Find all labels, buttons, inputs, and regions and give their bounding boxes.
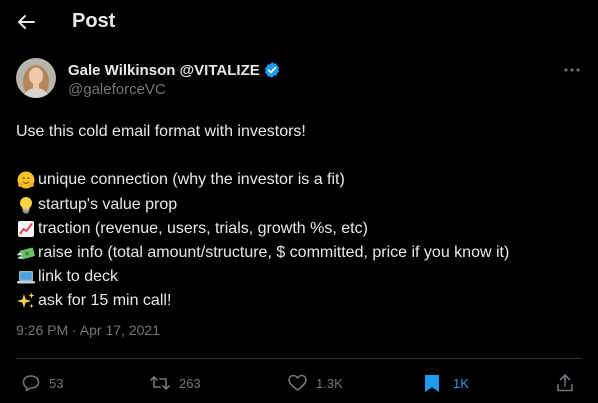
verified-badge-icon [263,61,281,79]
list-item: unique connection (why the investor is a… [16,168,586,192]
action-bar: 53 263 1.3K 1K [0,368,598,398]
bookmark-filled-icon [425,375,439,392]
author-handle[interactable]: @galeforceVC [68,81,166,98]
list-item-text: ask for 15 min call! [38,292,172,310]
bookmark-button[interactable]: 1K [424,370,469,396]
repost-count: 263 [179,375,201,391]
list-item: ask for 15 min call! [16,289,586,313]
heart-icon [288,374,307,391]
reply-count: 53 [49,375,64,391]
list-item-text: traction (revenue, users, trials, growth… [38,219,368,237]
more-options-button[interactable] [560,60,584,80]
more-dots-icon [564,68,580,72]
list-item: traction (revenue, users, trials, growth… [16,217,586,241]
reply-button[interactable]: 53 [21,370,63,396]
share-icon [557,374,573,392]
post-timestamp[interactable]: 9:26 PM · Apr 17, 2021 [16,322,160,338]
money-with-wings-emoji-icon [17,247,35,260]
avatar[interactable] [16,58,56,98]
list-item: startup's value prop [16,193,586,217]
divider [16,358,582,359]
bookmark-count: 1K [453,375,469,391]
page-title: Post [72,10,116,32]
list-item-text: link to deck [38,268,119,286]
tweet-intro: Use this cold email format with investor… [16,123,306,140]
profile-photo-image [16,58,56,98]
list-item-text: unique connection (why the investor is a… [38,171,345,189]
chart-increasing-emoji-icon [18,220,34,237]
author-name[interactable]: Gale Wilkinson @VITALIZE [68,61,281,79]
arrow-left-icon [18,15,35,29]
list-item: link to deck [16,265,586,289]
light-bulb-emoji-icon [20,196,32,214]
like-count: 1.3K [316,375,343,391]
laptop-emoji-icon [17,271,35,284]
author-display-name: Gale Wilkinson @VITALIZE [68,61,260,79]
top-bar: Post [0,0,598,44]
list-item: raise info (total amount/structure, $ co… [16,241,586,265]
repost-icon [150,376,170,390]
repost-button[interactable]: 263 [149,370,201,396]
list-item-text: raise info (total amount/structure, $ co… [38,243,510,261]
hugging-face-emoji-icon [17,171,35,189]
tweet-text: Use this cold email format with investor… [16,120,586,314]
back-button[interactable] [11,7,41,37]
reply-icon [22,375,40,392]
list-item-text: startup's value prop [38,195,178,213]
sparkles-emoji-icon [17,292,35,309]
like-button[interactable]: 1.3K [287,370,343,396]
share-button[interactable] [555,370,575,396]
